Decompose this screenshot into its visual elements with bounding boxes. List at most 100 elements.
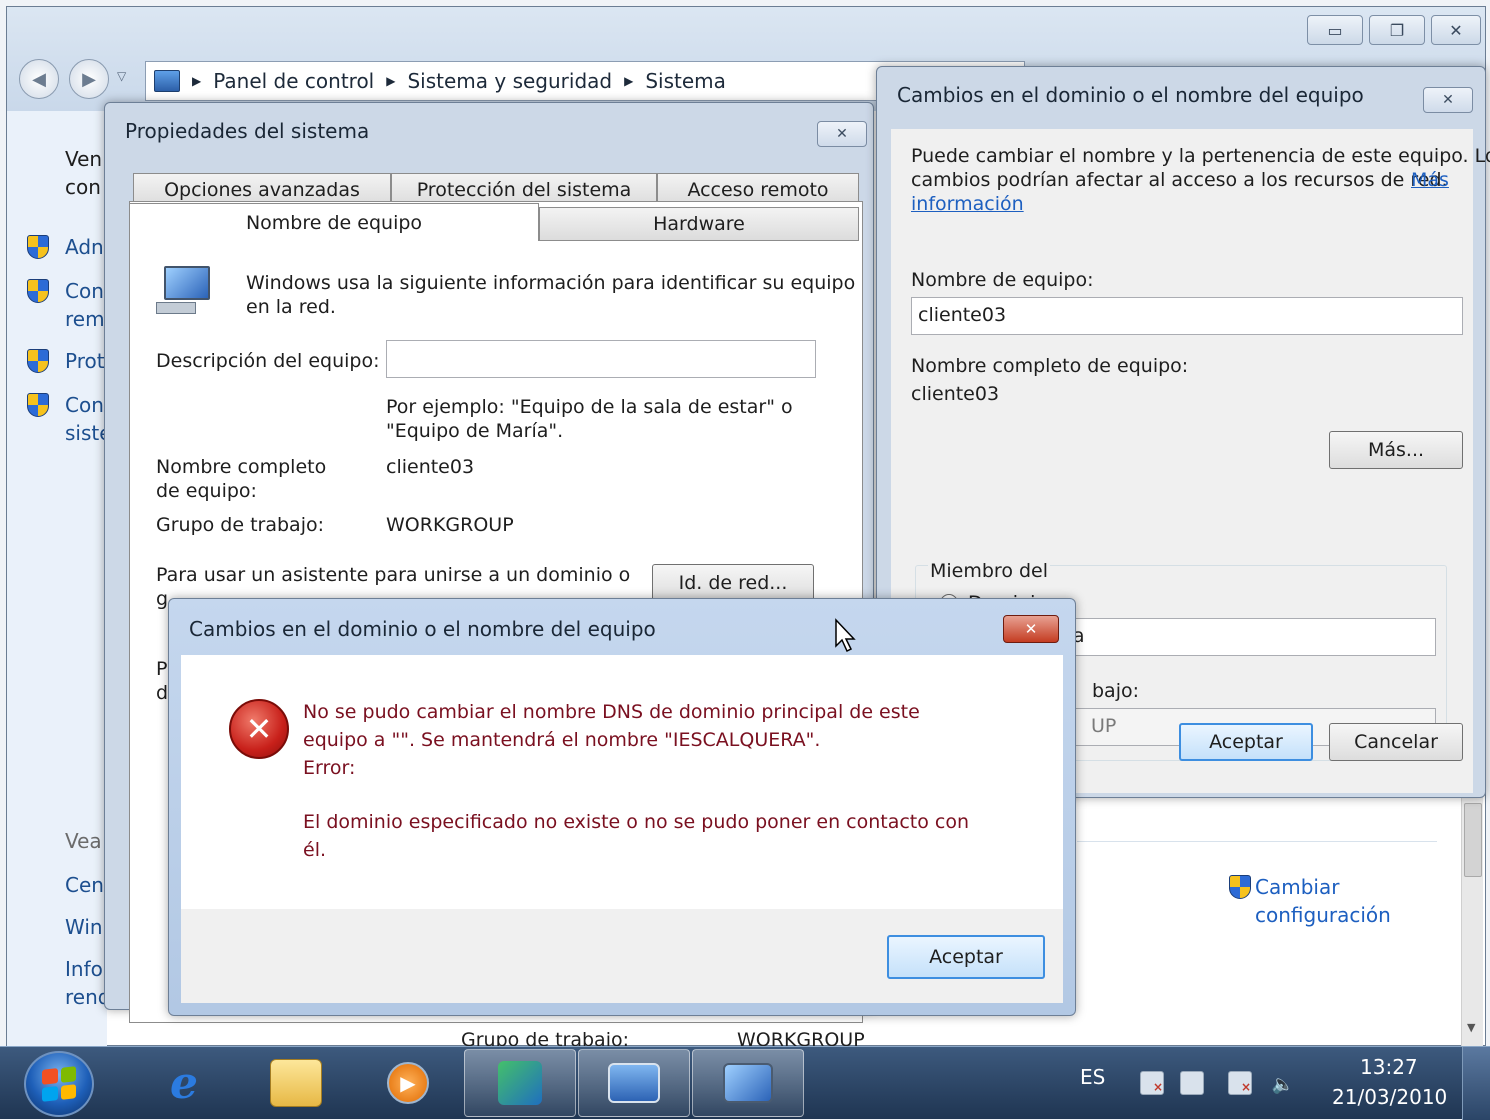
wizard-text: Para usar un asistente para unirse a un … [156,564,631,586]
task-link-2[interactable]: Con [65,279,104,303]
error-dialog-close-button[interactable]: ✕ [1003,615,1059,643]
forward-button[interactable]: ▶ [69,59,109,99]
network-id-button[interactable]: Id. de red... [652,564,814,602]
intro-text-line2: en la red. [246,296,336,318]
error-detail: El dominio especificado no existe o no s… [303,811,970,833]
taskbar-explorer[interactable] [240,1049,352,1117]
action-center-flag-icon[interactable]: × [1140,1071,1164,1095]
computer-name-label: Nombre de equipo: [911,269,1094,291]
task-link-4[interactable]: Con [65,393,104,417]
rename-text-line2: d [156,682,169,704]
task-link-3[interactable]: Prot [65,349,105,373]
error-dialog: Cambios en el dominio o el nombre del eq… [168,598,1076,1016]
left-pane-header-1: Ven [65,147,103,171]
domain-cancel-button[interactable]: Cancelar [1329,723,1463,761]
description-label: Descripción del equipo: [156,350,380,372]
start-button[interactable] [24,1051,94,1117]
breadcrumb-separator-icon: ▶ [624,74,634,88]
restore-icon: ❐ [1389,20,1405,40]
member-of-label: Miembro del [928,560,1051,582]
volume-muted-icon[interactable]: 🔈 [1270,1071,1294,1095]
task-link-2-line2[interactable]: rem [65,307,105,331]
domain-ok-button[interactable]: Aceptar [1179,723,1313,761]
more-info-link[interactable]: Más [1411,169,1449,191]
recent-pages-dropdown-icon[interactable]: ▽ [117,69,126,83]
control-panel-icon [154,70,180,92]
change-settings-link-line2[interactable]: configuración [1255,903,1391,927]
media-player-icon: ▶ [387,1062,429,1104]
domain-intro-text-line2: cambios podrían afectar al acceso a los … [911,169,1448,191]
close-icon: ✕ [1449,20,1463,40]
error-detail-line2: él. [303,839,327,861]
minimize-icon: ▭ [1327,20,1343,40]
language-indicator[interactable]: ES [1080,1065,1105,1089]
error-message: No se pudo cambiar el nombre DNS de domi… [303,701,920,723]
vertical-scrollbar[interactable]: ▼ [1461,797,1483,1047]
taskbar-control-panel[interactable] [578,1049,690,1117]
uac-shield-icon [27,279,49,303]
full-name-label: Nombre completo [156,456,327,478]
domain-dialog-close-button[interactable]: ✕ [1423,87,1473,113]
uac-shield-icon [27,235,49,259]
see-also-heading: Vea [65,829,102,853]
see-also-link-1[interactable]: Cen [65,873,104,897]
breadcrumb-separator-icon: ▶ [386,74,396,88]
scroll-down-arrow-icon[interactable]: ▼ [1467,1021,1475,1034]
uac-shield-icon [27,393,49,417]
taskbar: e ▶ ES × × 🔈 13:27 21/03/2010 [0,1046,1490,1120]
full-computer-name-label: Nombre completo de equipo: [911,355,1189,377]
error-ok-button[interactable]: Aceptar [887,935,1045,979]
error-icon: ✕ [229,699,289,759]
change-settings-link[interactable]: Cambiar [1255,875,1339,899]
taskbar-system-properties[interactable] [692,1049,804,1117]
clock-time[interactable]: 13:27 [1360,1055,1418,1079]
see-also-link-3[interactable]: Info [65,957,103,981]
minimize-button[interactable]: ▭ [1307,15,1363,45]
left-task-pane: Ven con Adn Con rem Prot Con siste Vea C… [7,111,112,1047]
control-panel-icon [608,1063,660,1103]
close-icon: ✕ [1024,620,1038,638]
breadcrumb-control-panel[interactable]: Panel de control [213,69,374,93]
tab-computer-name[interactable]: Nombre de equipo [129,203,539,241]
domain-intro-text: Puede cambiar el nombre y la pertenencia… [911,145,1490,167]
error-dialog-footer: Aceptar [181,909,1063,1003]
close-icon: ✕ [836,126,848,142]
network-error-icon[interactable]: × [1228,1071,1252,1095]
back-button[interactable]: ◀ [19,59,59,99]
full-name-value: cliente03 [386,456,475,478]
tab-hardware[interactable]: Hardware [539,207,859,241]
taskbar-media-player[interactable]: ▶ [352,1049,464,1117]
description-input[interactable] [386,340,816,378]
restore-button[interactable]: ❐ [1369,15,1425,45]
close-button[interactable]: ✕ [1431,15,1481,45]
breadcrumb-system[interactable]: Sistema [645,69,726,93]
full-computer-name-value: cliente03 [911,383,1000,405]
safely-remove-hardware-icon[interactable] [1180,1071,1204,1095]
internet-explorer-icon: e [170,1057,198,1109]
network-cubes-icon [498,1061,542,1105]
description-example: Por ejemplo: "Equipo de la sala de estar… [386,396,793,418]
task-link-1[interactable]: Adn [65,235,104,259]
workgroup-value: WORKGROUP [386,514,514,536]
more-button[interactable]: Más... [1329,431,1463,469]
system-properties-close-button[interactable]: ✕ [817,121,867,147]
workgroup-radio-label: bajo: [1092,680,1140,702]
breadcrumb-system-security[interactable]: Sistema y seguridad [407,69,612,93]
back-arrow-icon: ◀ [32,68,46,90]
error-message-line2: equipo a "". Se mantendrá el nombre "IES… [303,729,821,751]
section-divider [1077,841,1437,842]
rename-text: P [156,658,168,680]
full-name-label-line2: de equipo: [156,480,257,502]
mouse-cursor-icon [835,618,856,653]
show-desktop-button[interactable] [1462,1047,1490,1120]
intro-text: Windows usa la siguiente información par… [246,272,856,294]
windows-logo-icon [42,1066,76,1102]
taskbar-app-1[interactable] [464,1049,576,1117]
see-also-link-2[interactable]: Win [65,915,103,939]
scrollbar-thumb[interactable] [1464,803,1482,877]
computer-name-input[interactable]: cliente03 [911,297,1463,335]
clock-date[interactable]: 21/03/2010 [1332,1085,1447,1109]
more-info-link-line2[interactable]: información [911,193,1024,215]
uac-shield-icon [27,349,49,373]
taskbar-internet-explorer[interactable]: e [128,1049,240,1117]
